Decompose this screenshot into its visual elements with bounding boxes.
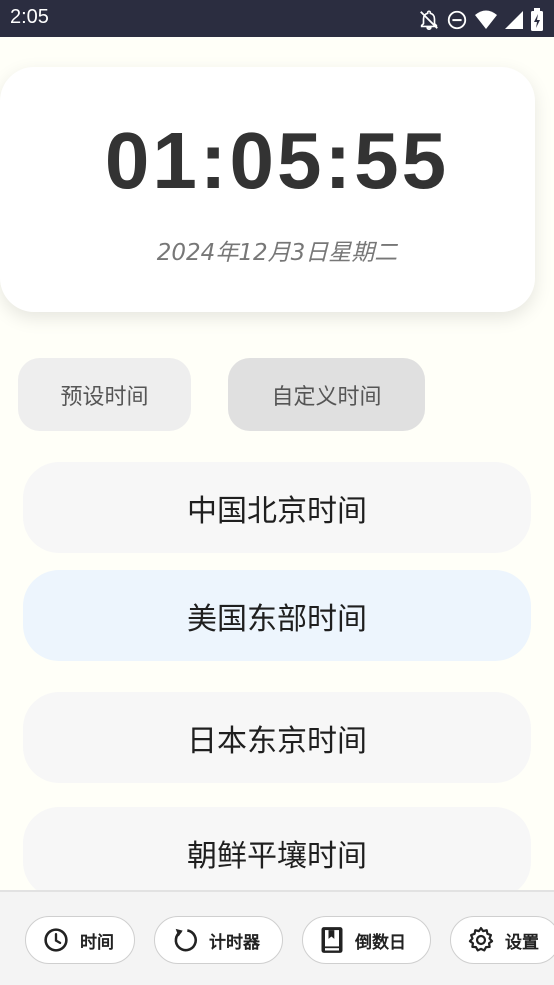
bottom-nav-bar: 时间 计时器 倒数日 设置 — [0, 890, 554, 985]
zone-item-beijing[interactable]: 中国北京时间 — [23, 462, 531, 553]
zone-item-us-eastern[interactable]: 美国东部时间 — [23, 570, 531, 661]
battery-icon — [530, 8, 544, 32]
preset-time-button[interactable]: 预设时间 — [18, 358, 191, 431]
zone-item-tokyo[interactable]: 日本东京时间 — [23, 692, 531, 783]
nav-time-label: 时间 — [80, 932, 114, 953]
signal-icon — [504, 9, 524, 31]
nav-countdown-button[interactable]: 倒数日 — [302, 916, 431, 964]
wifi-icon — [474, 9, 498, 31]
nav-timer-label: 计时器 — [209, 932, 260, 953]
zone-item-pyongyang[interactable]: 朝鲜平壤时间 — [23, 807, 531, 898]
book-icon — [319, 926, 345, 954]
clock-date: 2024年12月3日星期二 — [156, 240, 398, 266]
nav-countdown-label: 倒数日 — [355, 932, 406, 953]
status-time: 2:05 — [10, 6, 49, 28]
gear-icon — [467, 926, 495, 954]
status-bar: 2:05 — [0, 0, 554, 37]
nav-time-button[interactable]: 时间 — [25, 916, 135, 964]
do-not-disturb-icon — [446, 9, 468, 31]
nav-timer-button[interactable]: 计时器 — [154, 916, 283, 964]
clock-icon — [42, 926, 70, 954]
clock-time: 01:05:55 — [104, 116, 450, 205]
custom-time-button[interactable]: 自定义时间 — [228, 358, 425, 431]
status-icons — [418, 8, 544, 32]
refresh-icon — [171, 926, 199, 954]
nav-settings-label: 设置 — [505, 932, 539, 953]
nav-settings-button[interactable]: 设置 — [450, 916, 554, 964]
notifications-off-icon — [418, 9, 440, 31]
